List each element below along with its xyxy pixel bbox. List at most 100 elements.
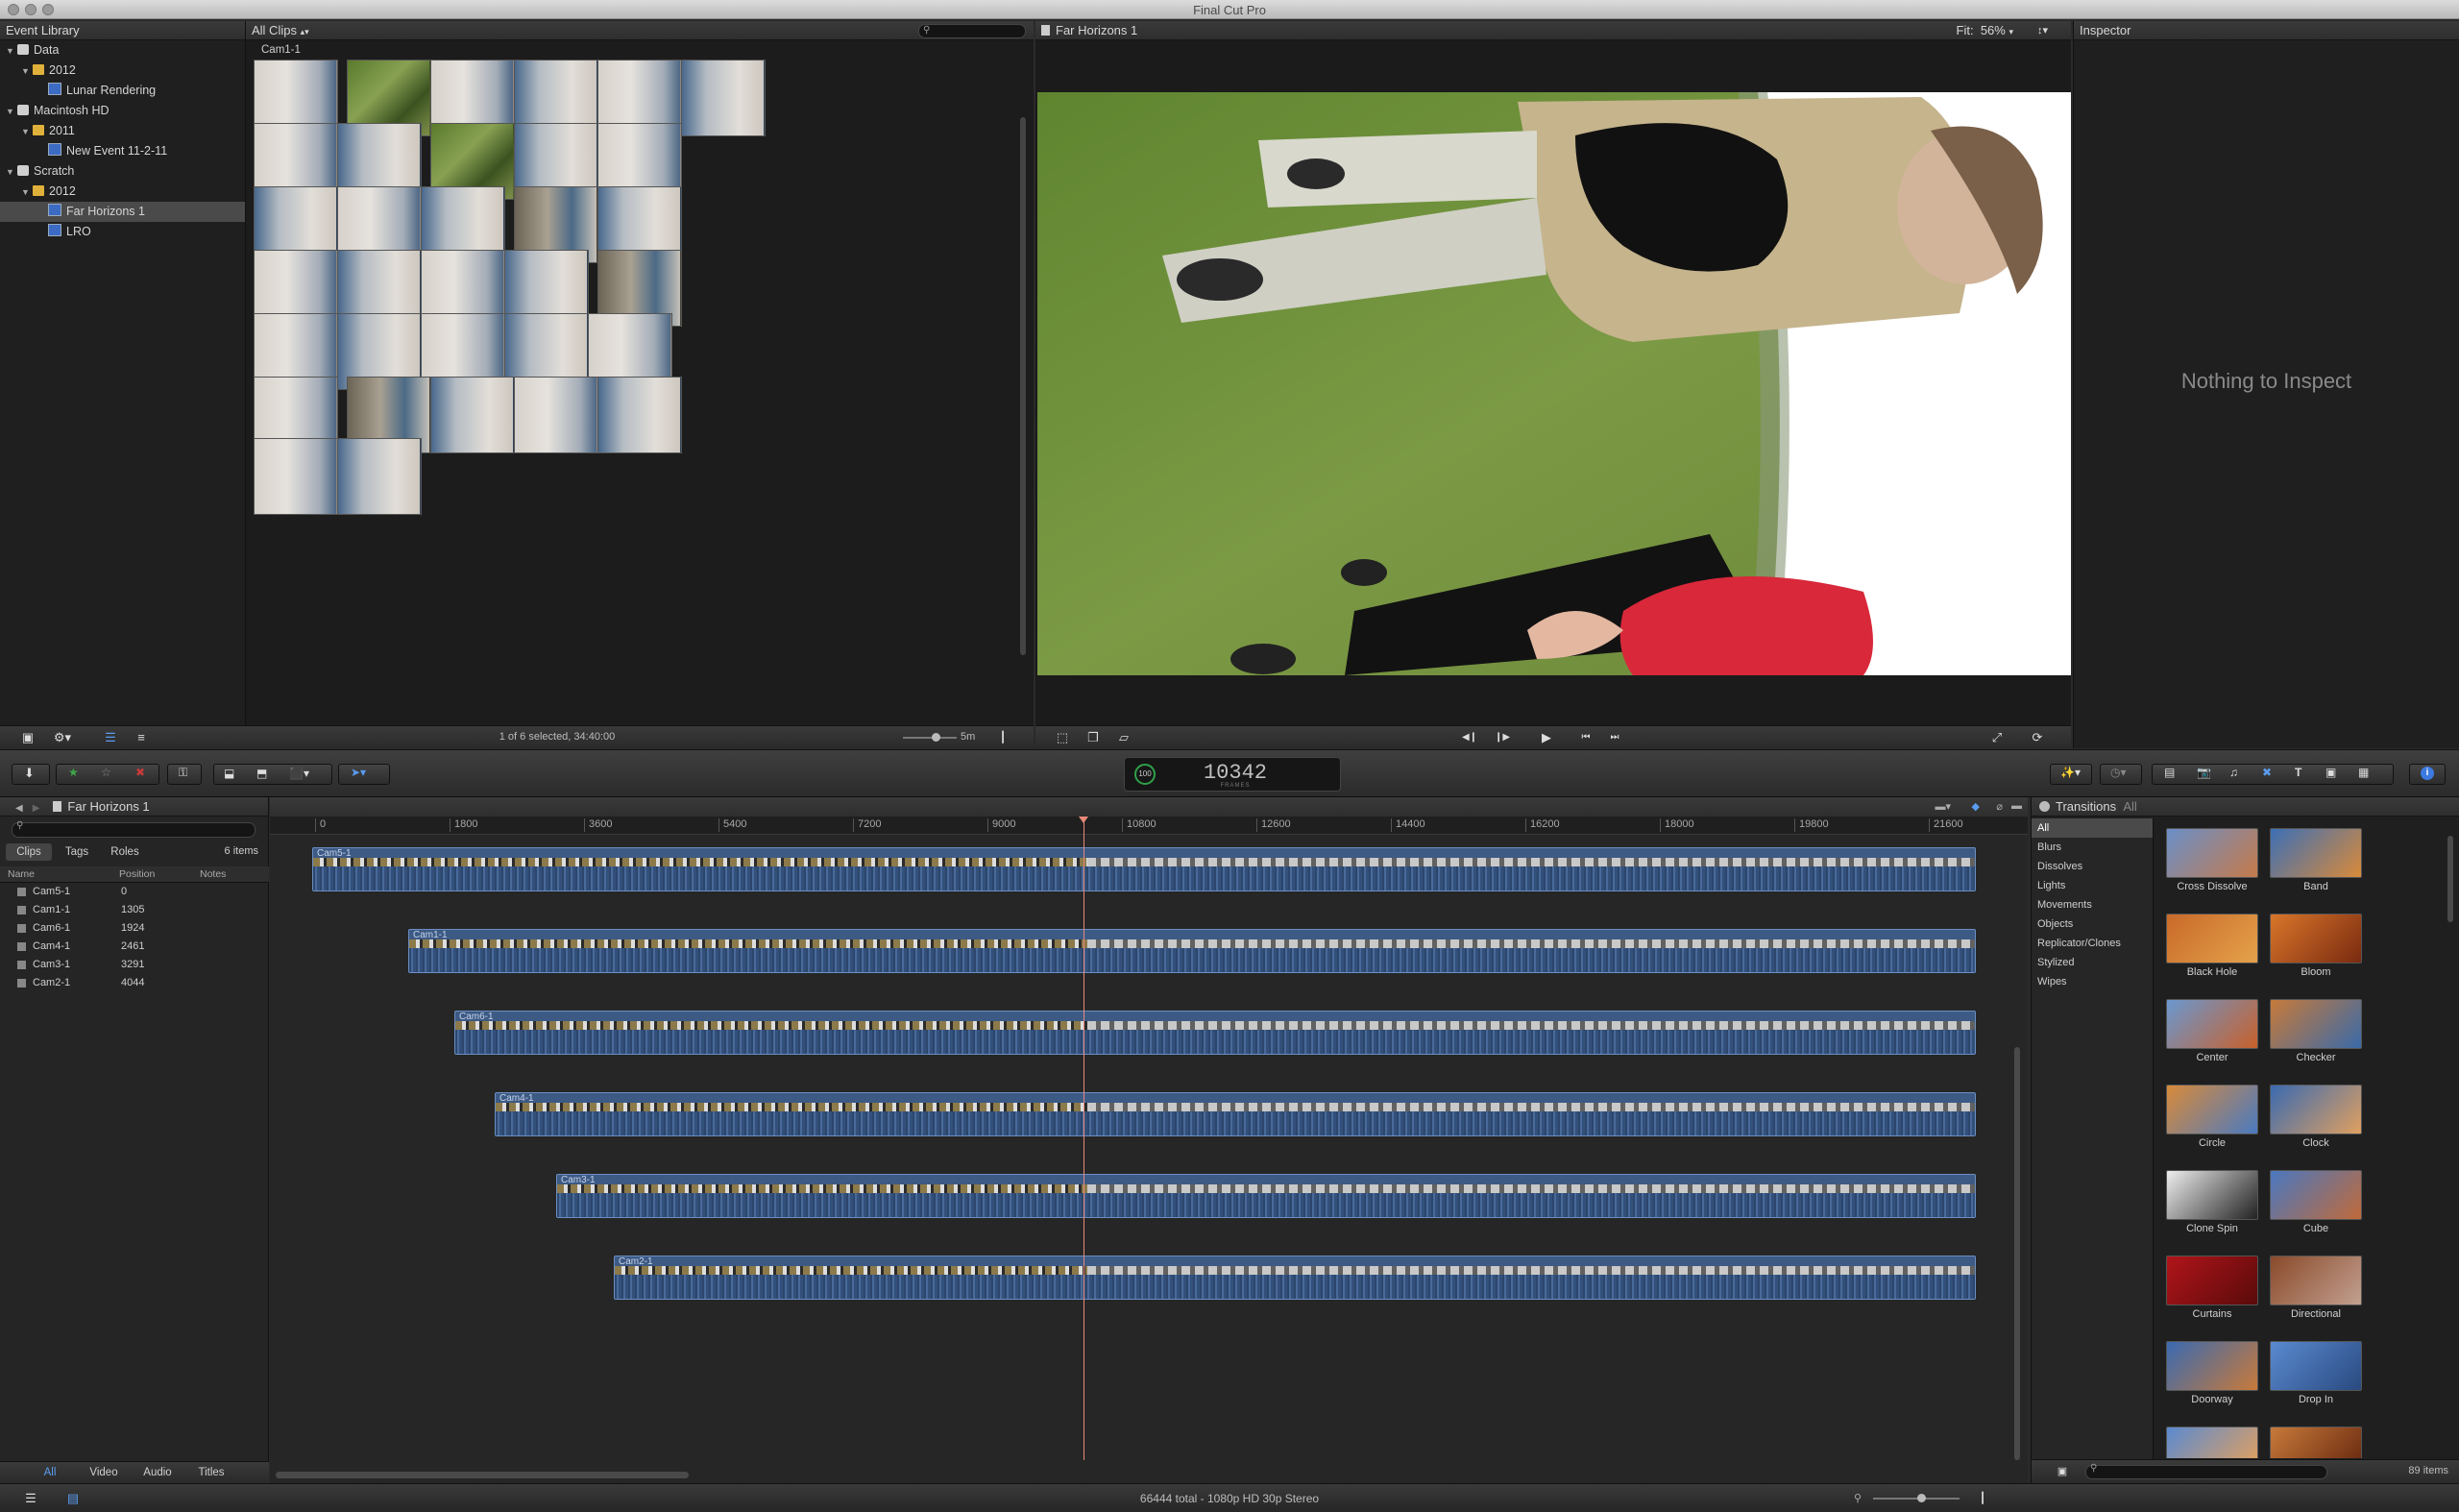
timeline-horizontal-scrollbar[interactable] bbox=[276, 1472, 689, 1478]
edit-buttons[interactable]: ⬓ ⬒ ⬛▾ bbox=[213, 764, 332, 785]
disclosure-open-icon[interactable]: ▼ bbox=[21, 183, 33, 203]
reject-icon[interactable]: ✖ bbox=[135, 766, 145, 779]
clip-appearance-icon[interactable]: ▬▾ bbox=[1935, 800, 1951, 813]
timeline-clip[interactable]: Cam2-1 bbox=[614, 1256, 1976, 1300]
transition-thumbnail[interactable] bbox=[2270, 1256, 2362, 1305]
viewer-options-icon[interactable]: ↕▾ bbox=[2037, 21, 2048, 40]
video-frame[interactable] bbox=[1037, 92, 2071, 675]
library-item[interactable]: Lunar Rendering bbox=[0, 81, 245, 101]
background-tasks-indicator[interactable]: 100 bbox=[1134, 764, 1156, 785]
library-item[interactable]: Far Horizons 1 bbox=[0, 202, 245, 222]
enhancements-button[interactable]: ✨▾ bbox=[2050, 764, 2092, 785]
index-tab-roles[interactable]: Roles bbox=[102, 843, 148, 861]
transition-thumbnail[interactable] bbox=[2166, 1427, 2258, 1458]
timeline-clip[interactable]: Cam3-1 bbox=[556, 1174, 1976, 1218]
timeline-zoom-knob[interactable] bbox=[1917, 1494, 1926, 1502]
skimming-icon[interactable]: ◆ bbox=[1972, 800, 1980, 813]
transition-thumbnail[interactable] bbox=[2270, 914, 2362, 963]
column-header[interactable]: Position bbox=[119, 866, 155, 882]
clip-filmstrip[interactable] bbox=[254, 438, 338, 515]
playhead-handle[interactable] bbox=[1079, 817, 1088, 823]
list-view-button[interactable]: ≡ bbox=[131, 728, 152, 747]
transition-thumbnail[interactable] bbox=[2270, 999, 2362, 1049]
transition-thumbnail[interactable] bbox=[2166, 999, 2258, 1049]
rating-buttons[interactable]: ★ ☆ ✖ bbox=[56, 764, 159, 785]
timeline-zoom-slider[interactable] bbox=[1873, 1494, 1960, 1502]
column-header[interactable]: Name bbox=[8, 866, 35, 882]
sidebar-toggle-icon[interactable]: ▣ bbox=[2053, 1462, 2072, 1481]
disclosure-open-icon[interactable]: ▼ bbox=[6, 102, 17, 122]
timeline-vertical-scrollbar[interactable] bbox=[2014, 1047, 2020, 1460]
transition-thumbnail[interactable] bbox=[2270, 1085, 2362, 1134]
clip-filmstrip[interactable] bbox=[514, 377, 598, 453]
transition-category[interactable]: Lights bbox=[2032, 876, 2153, 895]
go-to-start-icon[interactable]: ⏮ bbox=[1575, 728, 1596, 747]
disclosure-open-icon[interactable]: ▼ bbox=[6, 162, 17, 183]
music-browser-icon[interactable]: ♫ bbox=[2229, 766, 2238, 779]
disclosure-open-icon[interactable]: ▼ bbox=[21, 61, 33, 82]
photos-browser-icon[interactable]: 📷 bbox=[2197, 766, 2211, 779]
transitions-browser-icon[interactable]: ✖ bbox=[2262, 766, 2272, 779]
transition-category[interactable]: Blurs bbox=[2032, 838, 2153, 857]
viewer-zoom-menu[interactable]: Fit: 56% ▾ bbox=[1957, 21, 2013, 41]
index-search-input[interactable]: ⚲ bbox=[12, 820, 256, 838]
index-row[interactable]: Cam3-1 3291 bbox=[0, 956, 269, 974]
transform-icon[interactable]: ❐ bbox=[1083, 728, 1103, 747]
transition-thumbnail[interactable] bbox=[2166, 1170, 2258, 1220]
library-item[interactable]: ▼ 2012 bbox=[0, 182, 245, 202]
library-item[interactable]: New Event 11-2-11 bbox=[0, 141, 245, 161]
index-row[interactable]: Cam2-1 4044 bbox=[0, 974, 269, 992]
fullscreen-icon[interactable]: ⤢ bbox=[1986, 728, 2008, 747]
step-back-icon[interactable]: ◀❙ bbox=[1460, 728, 1479, 747]
append-icon[interactable]: ⬛▾ bbox=[289, 767, 309, 780]
transition-category[interactable]: Objects bbox=[2032, 915, 2153, 934]
index-filter-audio[interactable]: Audio bbox=[136, 1465, 179, 1480]
transition-category[interactable]: All bbox=[2032, 818, 2153, 838]
library-item[interactable]: ▼ Scratch bbox=[0, 161, 245, 182]
transition-category[interactable]: Wipes bbox=[2032, 972, 2153, 991]
library-item[interactable]: ▼ Data bbox=[0, 40, 245, 61]
transition-thumbnail[interactable] bbox=[2166, 1256, 2258, 1305]
play-button[interactable]: ▶ bbox=[1535, 728, 1558, 747]
import-media-button[interactable]: ⬇ bbox=[12, 764, 50, 785]
forward-arrow-icon[interactable]: ▶ bbox=[33, 803, 40, 814]
index-filter-titles[interactable]: Titles bbox=[190, 1465, 232, 1480]
library-item[interactable]: LRO bbox=[0, 222, 245, 242]
index-tab-tags[interactable]: Tags bbox=[54, 843, 100, 861]
titles-browser-icon[interactable]: T bbox=[2295, 766, 2301, 779]
dashboard-timecode[interactable]: 100 10342 FRAMES bbox=[1124, 757, 1341, 792]
clip-filmstrip[interactable] bbox=[597, 377, 682, 453]
effects-browser-icon[interactable]: ▤ bbox=[2164, 766, 2175, 779]
timeline-clip[interactable]: Cam5-1 bbox=[312, 847, 1976, 891]
index-row[interactable]: Cam4-1 2461 bbox=[0, 938, 269, 956]
index-row[interactable]: Cam6-1 1924 bbox=[0, 919, 269, 938]
index-filter-video[interactable]: Video bbox=[83, 1465, 125, 1480]
zoom-slider-knob[interactable] bbox=[932, 733, 940, 742]
disclosure-open-icon[interactable]: ▼ bbox=[21, 122, 33, 142]
snapping-icon[interactable]: ⌀ bbox=[1996, 800, 2003, 813]
transition-thumbnail[interactable] bbox=[2270, 1170, 2362, 1220]
transition-thumbnail[interactable] bbox=[2270, 1341, 2362, 1391]
index-tab-clips[interactable]: Clips bbox=[6, 843, 52, 861]
timeline-ruler[interactable]: 0 1800 3600 5400 7200 9000 10800 12600 14400 1620… bbox=[270, 817, 2028, 835]
transition-thumbnail[interactable] bbox=[2270, 1427, 2362, 1458]
library-item[interactable]: ▼ 2012 bbox=[0, 61, 245, 81]
insert-icon[interactable]: ⬒ bbox=[256, 767, 267, 780]
timeline-clip[interactable]: Cam6-1 bbox=[454, 1011, 1976, 1055]
filmstrip-view-button[interactable]: ☰ bbox=[100, 728, 121, 747]
themes-browser-icon[interactable]: ▦ bbox=[2358, 766, 2369, 779]
audio-skimming-icon[interactable]: ┃ bbox=[993, 728, 1012, 747]
transition-thumbnail[interactable] bbox=[2270, 828, 2362, 878]
clip-filter-menu[interactable]: All Clips ▴▾ bbox=[252, 23, 309, 37]
library-item[interactable]: ▼ Macintosh HD bbox=[0, 101, 245, 121]
crop-icon[interactable]: ⬚ bbox=[1053, 728, 1072, 747]
transition-category[interactable]: Dissolves bbox=[2032, 857, 2153, 876]
clip-filmstrip[interactable] bbox=[430, 377, 515, 453]
timeline-clip[interactable]: Cam1-1 bbox=[408, 929, 1976, 973]
transition-category[interactable]: Stylized bbox=[2032, 953, 2153, 972]
clip-filmstrip[interactable] bbox=[681, 60, 766, 136]
disclosure-open-icon[interactable]: ▼ bbox=[6, 41, 17, 61]
clip-zoom-slider[interactable] bbox=[903, 733, 957, 742]
index-filter-all[interactable]: All bbox=[29, 1465, 71, 1480]
go-to-end-icon[interactable]: ⏭ bbox=[1604, 728, 1625, 747]
